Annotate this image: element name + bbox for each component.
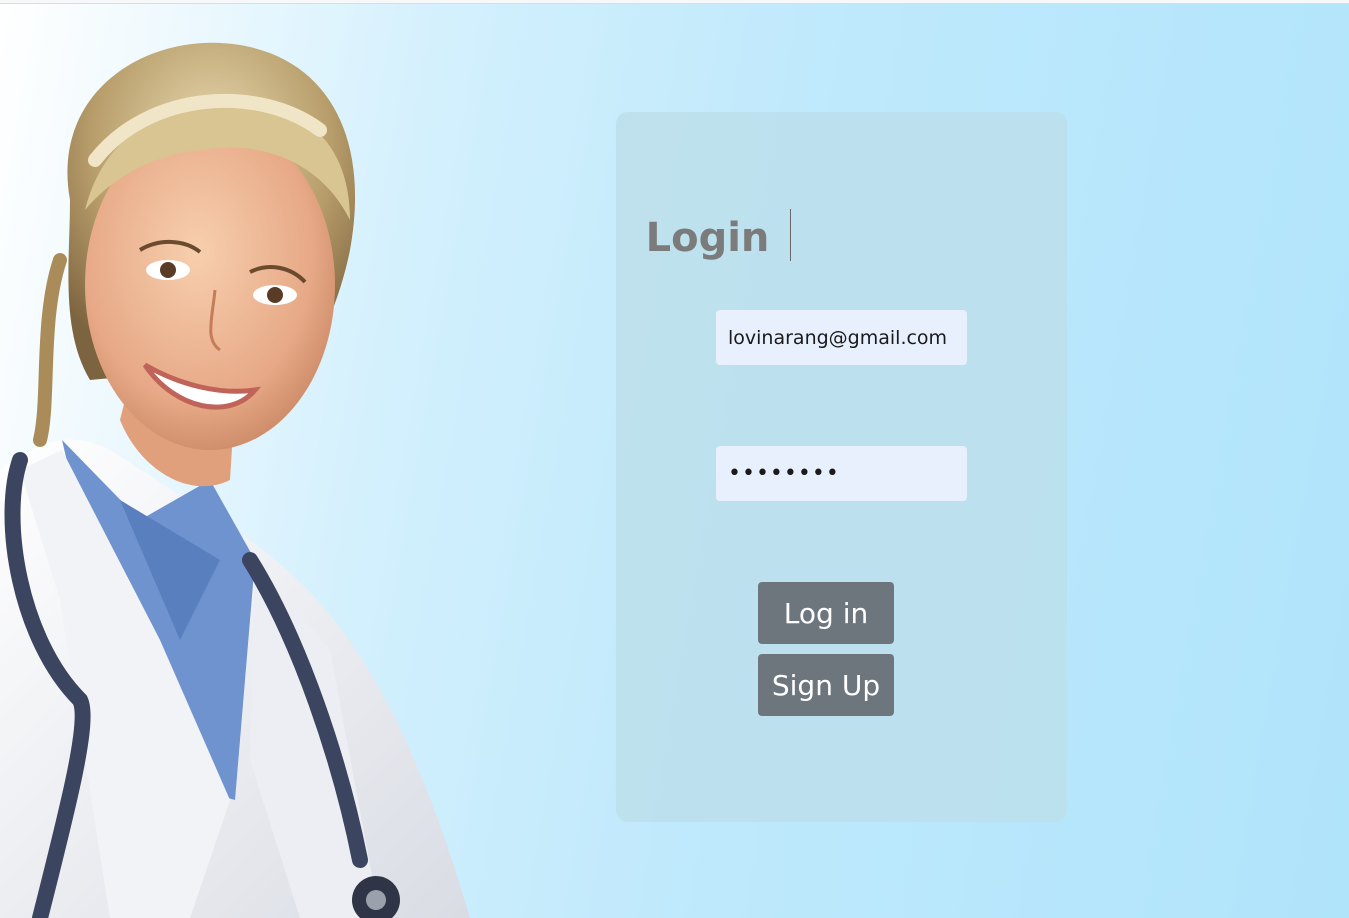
text-cursor [790, 209, 791, 261]
password-input[interactable] [716, 446, 967, 501]
login-button[interactable]: Log in [758, 582, 894, 644]
signup-button[interactable]: Sign Up [758, 654, 894, 716]
login-page: Login Log in Sign Up [0, 0, 1349, 918]
email-input[interactable] [716, 310, 967, 365]
doctor-hero-image [0, 42, 470, 918]
login-title: Login [645, 215, 770, 261]
